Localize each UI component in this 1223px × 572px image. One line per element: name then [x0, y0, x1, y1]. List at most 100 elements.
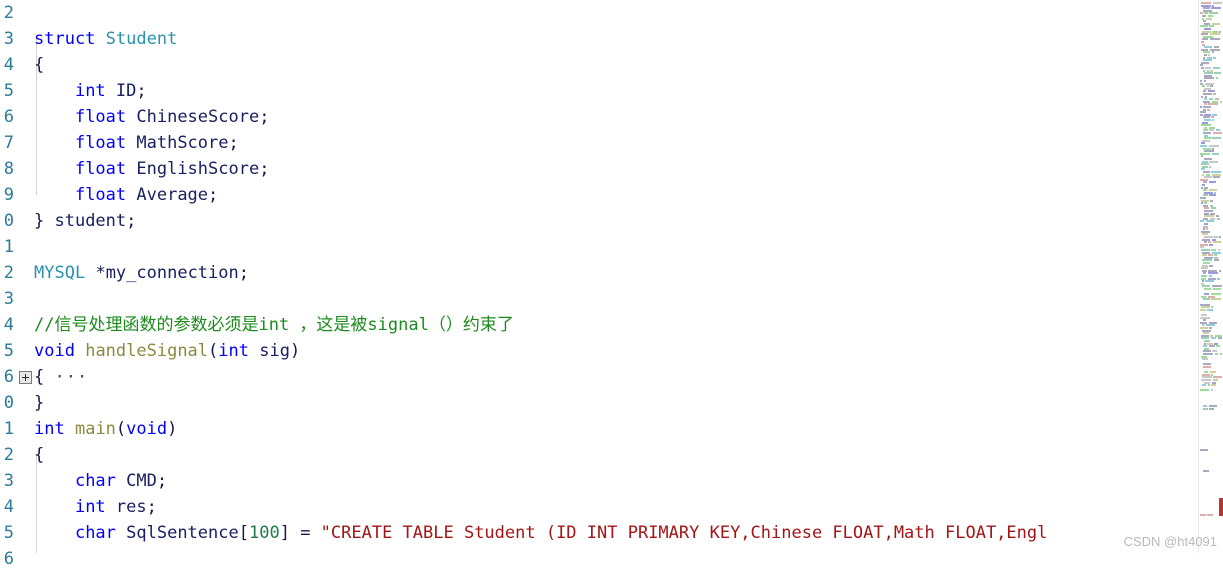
gutter-row[interactable]: 6: [0, 104, 19, 130]
minimap-line: [1203, 407, 1208, 410]
code-line[interactable]: {: [34, 52, 1199, 78]
code-token-fn: handleSignal: [85, 341, 209, 361]
minimap-line: [1211, 298, 1221, 301]
gutter-row[interactable]: 2: [0, 0, 19, 26]
minimap-line: [1209, 407, 1214, 410]
code-token-fold-ellipsis: ···: [54, 367, 89, 387]
code-token-kw: int: [74, 81, 106, 101]
gutter-row[interactable]: 3: [0, 286, 19, 312]
code-minimap[interactable]: [1198, 0, 1223, 553]
code-line[interactable]: void handleSignal(int sig): [34, 338, 1199, 364]
minimap-line: [1200, 389, 1209, 392]
code-token-punc: (: [208, 341, 219, 361]
code-line[interactable]: {: [34, 442, 1199, 468]
line-number: 5: [3, 81, 14, 101]
code-line[interactable]: float EnglishScore;: [34, 156, 1199, 182]
gutter-row[interactable]: 0: [0, 390, 19, 416]
gutter-row[interactable]: 8: [0, 156, 19, 182]
code-line[interactable]: char CMD;: [34, 468, 1199, 494]
code-line[interactable]: float Average;: [34, 182, 1199, 208]
fold-expander-icon[interactable]: [19, 371, 32, 384]
gutter-row[interactable]: 4: [0, 312, 19, 338]
minimap-line: [1209, 165, 1211, 168]
code-token-punc: }: [34, 393, 45, 413]
code-text-area[interactable]: struct Student { int ID; float ChineseSco…: [34, 0, 1199, 553]
code-line[interactable]: int main(void): [34, 416, 1199, 442]
code-line[interactable]: float MathScore;: [34, 130, 1199, 156]
code-editor[interactable]: 2 3 4 5 6 7 8 9 0 1 2 3 4 5 6 0 1 2 3 4 5 6 struct Student { i…: [0, 0, 1223, 569]
minimap-line: [1213, 241, 1221, 244]
line-number: 7: [3, 133, 14, 153]
gutter-row[interactable]: 2: [0, 442, 19, 468]
gutter-row[interactable]: 5: [0, 520, 19, 546]
code-line[interactable]: [34, 546, 1199, 553]
code-token-ident: [85, 263, 95, 283]
minimap-error-marker[interactable]: [1219, 498, 1223, 516]
watermark-label: CSDN @ht4091: [1123, 534, 1217, 549]
code-line[interactable]: MYSQL *my_connection;: [34, 260, 1199, 286]
code-line[interactable]: }: [34, 390, 1199, 416]
code-token-kw: float: [74, 107, 127, 127]
code-token-type: Student: [105, 29, 178, 49]
line-number-gutter[interactable]: 2 3 4 5 6 7 8 9 0 1 2 3 4 5 6 0 1 2 3 4 5 6: [0, 0, 19, 569]
code-token-kw: char: [74, 523, 116, 543]
gutter-row[interactable]: 4: [0, 494, 19, 520]
minimap-line: [1212, 119, 1214, 121]
code-token-punc: ;: [238, 263, 249, 283]
gutter-row[interactable]: 3: [0, 468, 19, 494]
line-number: 3: [3, 471, 14, 491]
line-number: 2: [3, 3, 14, 23]
minimap-line: [1220, 353, 1222, 355]
code-token-punc: ;: [259, 159, 270, 179]
gutter-row[interactable]: 9: [0, 182, 19, 208]
line-number: 2: [3, 263, 14, 283]
gutter-row[interactable]: 0: [0, 208, 19, 234]
minimap-line: [1216, 345, 1220, 348]
minimap-line: [1212, 51, 1214, 54]
line-number: 4: [3, 55, 14, 75]
gutter-row[interactable]: 3: [0, 26, 19, 52]
minimap-line: [1201, 95, 1203, 98]
gutter-row[interactable]: 6: [0, 546, 19, 572]
code-line[interactable]: char SqlSentence[100] = "CREATE TABLE St…: [34, 520, 1199, 546]
gutter-row[interactable]: 1: [0, 234, 19, 260]
code-line[interactable]: } student;: [34, 208, 1199, 234]
gutter-row[interactable]: 2: [0, 260, 19, 286]
code-token-ident: [75, 341, 85, 361]
minimap-line: [1213, 288, 1221, 290]
minimap-line: [1219, 269, 1221, 272]
gutter-row[interactable]: 5: [0, 78, 19, 104]
code-line[interactable]: int res;: [34, 494, 1199, 520]
code-line[interactable]: [34, 0, 1199, 26]
code-line[interactable]: //信号处理函数的参数必须是int ，这是被signal（）约束了: [34, 312, 1199, 338]
code-line[interactable]: { ···: [34, 364, 1199, 390]
minimap-line: [1219, 236, 1221, 238]
minimap-line: [1217, 277, 1220, 280]
code-token-punc: ;: [228, 133, 239, 153]
minimap-line: [1212, 152, 1219, 155]
gutter-row[interactable]: 6: [0, 364, 19, 390]
code-line[interactable]: struct Student: [34, 26, 1199, 52]
line-number: 4: [3, 497, 14, 517]
code-line[interactable]: [34, 234, 1199, 260]
gutter-row[interactable]: 4: [0, 52, 19, 78]
code-token-ident: Average: [126, 185, 209, 205]
line-number: 3: [3, 289, 14, 309]
gutter-row[interactable]: 5: [0, 338, 19, 364]
gutter-row[interactable]: 7: [0, 130, 19, 156]
line-number: 8: [3, 159, 14, 179]
code-line[interactable]: [34, 286, 1199, 312]
minimap-line: [1213, 176, 1220, 179]
gutter-row[interactable]: 1: [0, 416, 19, 442]
code-token-punc: }: [34, 211, 45, 231]
code-token-ident: [34, 81, 75, 101]
code-token-ident: ID: [105, 81, 137, 101]
line-number: 3: [3, 29, 14, 49]
code-token-ident: [34, 107, 75, 127]
code-line[interactable]: float ChineseScore;: [34, 104, 1199, 130]
minimap-line: [1209, 194, 1216, 197]
line-number: 6: [3, 107, 14, 127]
minimap-line: [1209, 160, 1218, 163]
code-token-fn: main: [74, 419, 116, 439]
code-line[interactable]: int ID;: [34, 78, 1199, 104]
